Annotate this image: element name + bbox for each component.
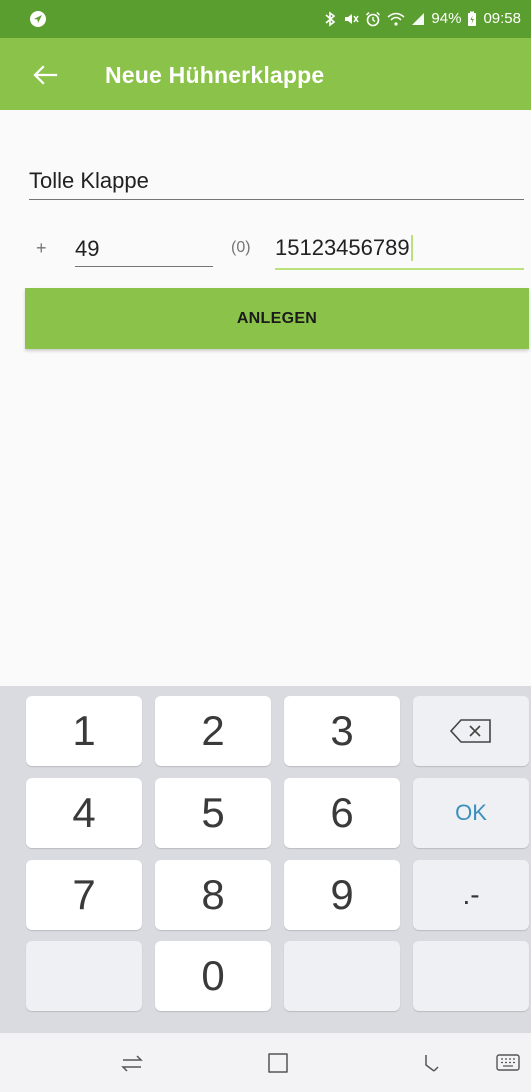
signal-icon: [412, 13, 425, 25]
key-4[interactable]: 4: [26, 778, 142, 848]
anlegen-button[interactable]: ANLEGEN: [25, 288, 529, 349]
key-label: 2: [201, 707, 225, 754]
phone-number-value: 15123456789: [275, 235, 410, 260]
key-label: 5: [201, 789, 225, 836]
key-5[interactable]: 5: [155, 778, 271, 848]
key-label: 6: [330, 789, 354, 836]
back-icon[interactable]: [416, 1049, 444, 1077]
key-0[interactable]: 0: [155, 941, 271, 1011]
text-caret: [410, 235, 413, 261]
key-label: 3: [330, 707, 354, 754]
alarm-icon: [366, 11, 381, 27]
ok-key[interactable]: OK: [413, 778, 529, 848]
status-icons: 94% 09:58: [323, 9, 521, 29]
status-bar: 94% 09:58: [0, 0, 531, 38]
key-8[interactable]: 8: [155, 860, 271, 930]
symbol-label: .-: [462, 879, 480, 910]
clock: 09:58: [483, 10, 521, 27]
phone-number-input[interactable]: 15123456789: [275, 232, 524, 270]
wifi-icon: [387, 12, 405, 26]
app-bar: Neue Hühnerklappe: [0, 38, 531, 110]
key-9[interactable]: 9: [284, 860, 400, 930]
key-label: 4: [72, 789, 96, 836]
plus-sign: +: [36, 238, 47, 258]
back-arrow-icon[interactable]: [32, 62, 58, 88]
bluetooth-icon: [325, 11, 336, 27]
key-1[interactable]: 1: [26, 696, 142, 766]
battery-icon: [468, 11, 477, 26]
battery-percent: 94%: [431, 10, 462, 27]
numeric-keyboard: 1 2 3 4 5 6 OK 7 8 9 .- 0: [0, 686, 531, 1033]
mute-icon: [345, 14, 360, 24]
navigation-icon: [30, 11, 46, 27]
key-label: 9: [330, 871, 354, 918]
name-input[interactable]: [29, 163, 524, 200]
blank-key-middle: [284, 941, 400, 1011]
screen: 94% 09:58 Neue Hühnerklappe + (0) 151234…: [0, 0, 531, 1092]
key-7[interactable]: 7: [26, 860, 142, 930]
key-6[interactable]: 6: [284, 778, 400, 848]
backspace-key[interactable]: [413, 696, 529, 766]
key-label: 1: [72, 707, 96, 754]
symbol-key[interactable]: .-: [413, 860, 529, 930]
zero-prefix-label: (0): [231, 239, 251, 256]
blank-key-left: [26, 941, 142, 1011]
ok-label: OK: [455, 800, 487, 825]
phone-number-text: 15123456789: [275, 235, 413, 261]
key-label: 7: [72, 871, 96, 918]
blank-key-right: [413, 941, 529, 1011]
key-3[interactable]: 3: [284, 696, 400, 766]
backspace-icon: [449, 719, 491, 743]
key-label: 0: [201, 952, 225, 999]
home-icon[interactable]: [264, 1049, 292, 1077]
country-code-input[interactable]: [75, 232, 213, 267]
page-title: Neue Hühnerklappe: [105, 62, 325, 88]
key-label: 8: [201, 871, 225, 918]
keyboard-icon[interactable]: [494, 1049, 522, 1077]
navigation-bar: [0, 1033, 531, 1092]
recents-icon[interactable]: [118, 1049, 146, 1077]
key-2[interactable]: 2: [155, 696, 271, 766]
